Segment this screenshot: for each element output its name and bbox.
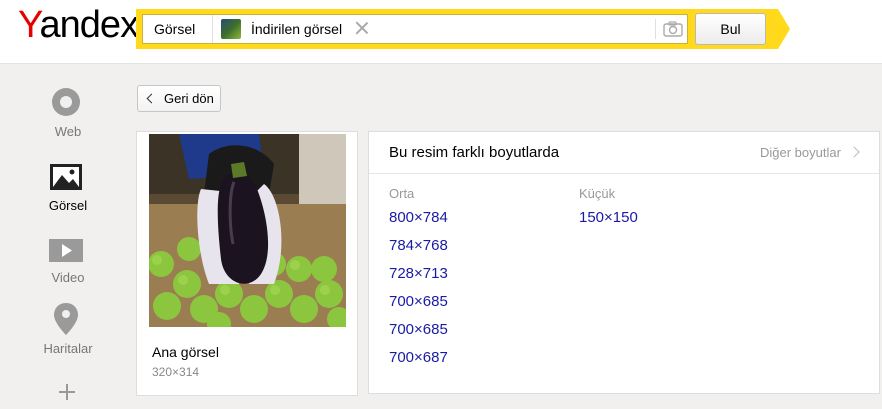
search-bar-arrow <box>778 9 790 49</box>
yandex-logo[interactable]: Yandex <box>18 4 139 47</box>
camera-icon[interactable] <box>663 21 683 37</box>
search-button[interactable]: Bul <box>695 13 766 45</box>
main-image-size: 320×314 <box>152 365 200 379</box>
size-column-label-medium: Orta <box>389 186 415 201</box>
size-column-label-small: Küçük <box>579 186 616 201</box>
sidebar-item-images[interactable]: Görsel <box>0 160 136 220</box>
sidebar: Web Görsel Video Haritalar <box>0 65 136 409</box>
size-link[interactable]: 784×768 <box>389 237 448 254</box>
size-link[interactable]: 700×685 <box>389 321 448 338</box>
main-image[interactable] <box>149 134 346 327</box>
chevron-right-icon[interactable] <box>848 146 860 158</box>
back-button[interactable]: Geri dön <box>137 85 221 112</box>
search-input[interactable]: Görsel İndirilen görsel <box>142 14 688 44</box>
chevron-left-icon <box>146 93 157 104</box>
size-link[interactable]: 728×713 <box>389 265 448 282</box>
size-link[interactable]: 800×784 <box>389 209 448 226</box>
main-image-card: Ana görsel 320×314 <box>136 131 358 396</box>
more-sizes-link[interactable]: Diğer boyutlar <box>760 145 841 160</box>
main-image-title[interactable]: Ana görsel <box>152 344 219 360</box>
video-icon <box>49 239 83 262</box>
plus-icon[interactable] <box>58 383 76 401</box>
sidebar-item-web[interactable]: Web <box>0 85 136 145</box>
web-icon <box>52 88 80 116</box>
map-pin-icon <box>54 303 78 335</box>
other-sizes-header: Bu resim farklı boyutlarda Diğer boyutla… <box>369 132 879 174</box>
size-link[interactable]: 700×685 <box>389 293 448 310</box>
divider <box>655 19 656 39</box>
sidebar-item-video[interactable]: Video <box>0 233 136 293</box>
sidebar-item-maps[interactable]: Haritalar <box>0 301 136 361</box>
other-sizes-title: Bu resim farklı boyutlarda <box>389 144 560 161</box>
size-link[interactable]: 150×150 <box>579 209 638 226</box>
close-icon[interactable] <box>353 19 371 37</box>
size-link[interactable]: 700×687 <box>389 349 448 366</box>
search-category-tag[interactable]: Görsel <box>143 15 213 43</box>
other-sizes-card: Bu resim farklı boyutlarda Diğer boyutla… <box>368 131 880 394</box>
image-icon <box>50 164 82 190</box>
